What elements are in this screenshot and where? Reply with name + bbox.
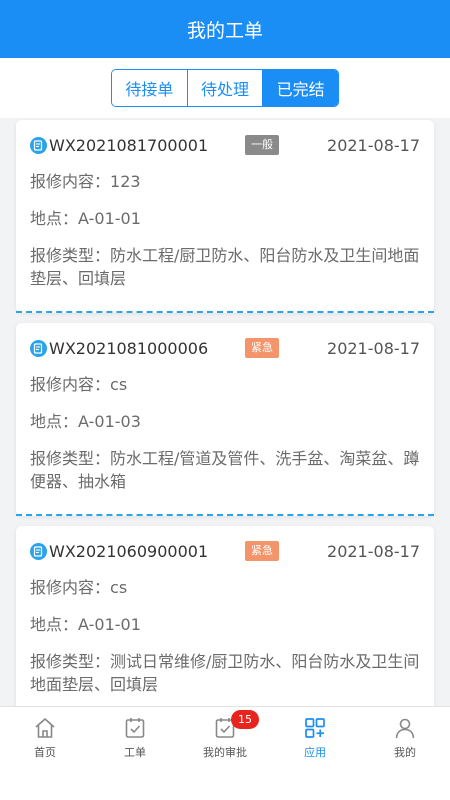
repair-location: 地点：A-01-01: [30, 207, 420, 230]
tab-pending-accept[interactable]: 待接单: [112, 70, 188, 106]
repair-type: 报修类型：测试日常维修/厨卫防水、阳台防水及卫生间地面垫层、回填层: [30, 650, 420, 696]
repair-type-label: 报修类型：: [30, 246, 111, 265]
document-icon: [30, 339, 47, 357]
nav-approval[interactable]: 15 我的审批: [180, 707, 270, 800]
bottom-navigation: 首页 工单 15 我的审批 应用 我的: [0, 706, 450, 800]
nav-home[interactable]: 首页: [0, 707, 90, 800]
page-title: 我的工单: [186, 19, 263, 42]
nav-label: 首页: [34, 746, 56, 759]
repair-type-label: 报修类型：: [30, 449, 111, 468]
unread-count-badge: 15: [231, 710, 259, 729]
status-tabbar: 待接单 待处理 已完结: [0, 58, 450, 118]
priority-badge: 一般: [245, 135, 279, 155]
repair-content-label: 报修内容：: [30, 375, 111, 394]
work-order-list[interactable]: WX2021081700001 一般 2021-08-17 报修内容：123 地…: [0, 118, 450, 706]
order-number: WX2021081700001: [49, 135, 209, 155]
repair-content-label: 报修内容：: [30, 172, 111, 191]
repair-content-value: 123: [110, 172, 141, 191]
repair-location: 地点：A-01-03: [30, 410, 420, 433]
repair-location-label: 地点：: [30, 412, 79, 431]
work-order-icon: [125, 718, 145, 738]
repair-location-value: A-01-03: [78, 412, 141, 431]
card-divider: [16, 311, 434, 313]
tab-pending-process[interactable]: 待处理: [187, 70, 264, 106]
status-segmented-control: 待接单 待处理 已完结: [111, 69, 339, 107]
nav-label: 我的: [394, 746, 416, 759]
order-number: WX2021081000006: [49, 338, 209, 358]
repair-location-label: 地点：: [30, 615, 79, 634]
repair-content-value: cs: [110, 375, 128, 394]
priority-badge: 紧急: [245, 541, 279, 561]
nav-label: 工单: [124, 746, 146, 759]
repair-content-value: cs: [110, 578, 128, 597]
repair-content: 报修内容：cs: [30, 373, 420, 396]
apps-icon: [305, 718, 325, 738]
priority-badge: 紧急: [245, 338, 279, 358]
repair-type: 报修类型：防水工程/管道及管件、洗手盆、淘菜盆、蹲便器、抽水箱: [30, 447, 420, 493]
document-icon: [30, 542, 47, 560]
repair-location-value: A-01-01: [78, 209, 141, 228]
page-header: 我的工单: [0, 0, 450, 58]
work-order-card[interactable]: WX2021060900001 紧急 2021-08-17 报修内容：cs 地点…: [16, 526, 434, 706]
nav-profile[interactable]: 我的: [360, 707, 450, 800]
repair-content-label: 报修内容：: [30, 578, 111, 597]
work-order-card[interactable]: WX2021081000006 紧急 2021-08-17 报修内容：cs 地点…: [16, 323, 434, 516]
user-icon: [395, 718, 415, 739]
repair-location-label: 地点：: [30, 209, 79, 228]
nav-work-order[interactable]: 工单: [90, 707, 180, 800]
repair-type-label: 报修类型：: [30, 652, 111, 671]
nav-label: 我的审批: [203, 746, 247, 759]
repair-content: 报修内容：cs: [30, 576, 420, 599]
work-order-card[interactable]: WX2021081700001 一般 2021-08-17 报修内容：123 地…: [16, 120, 434, 313]
order-date: 2021-08-17: [327, 135, 420, 155]
order-date: 2021-08-17: [327, 541, 420, 561]
repair-content: 报修内容：123: [30, 170, 420, 193]
home-icon: [35, 718, 55, 738]
repair-location: 地点：A-01-01: [30, 613, 420, 636]
tab-completed[interactable]: 已完结: [263, 70, 338, 106]
document-icon: [30, 136, 47, 154]
card-divider: [16, 514, 434, 516]
repair-location-value: A-01-01: [78, 615, 141, 634]
order-date: 2021-08-17: [327, 338, 420, 358]
nav-label: 应用: [304, 746, 326, 759]
nav-apps[interactable]: 应用: [270, 707, 360, 800]
repair-type: 报修类型：防水工程/厨卫防水、阳台防水及卫生间地面垫层、回填层: [30, 244, 420, 290]
order-number: WX2021060900001: [49, 541, 209, 561]
